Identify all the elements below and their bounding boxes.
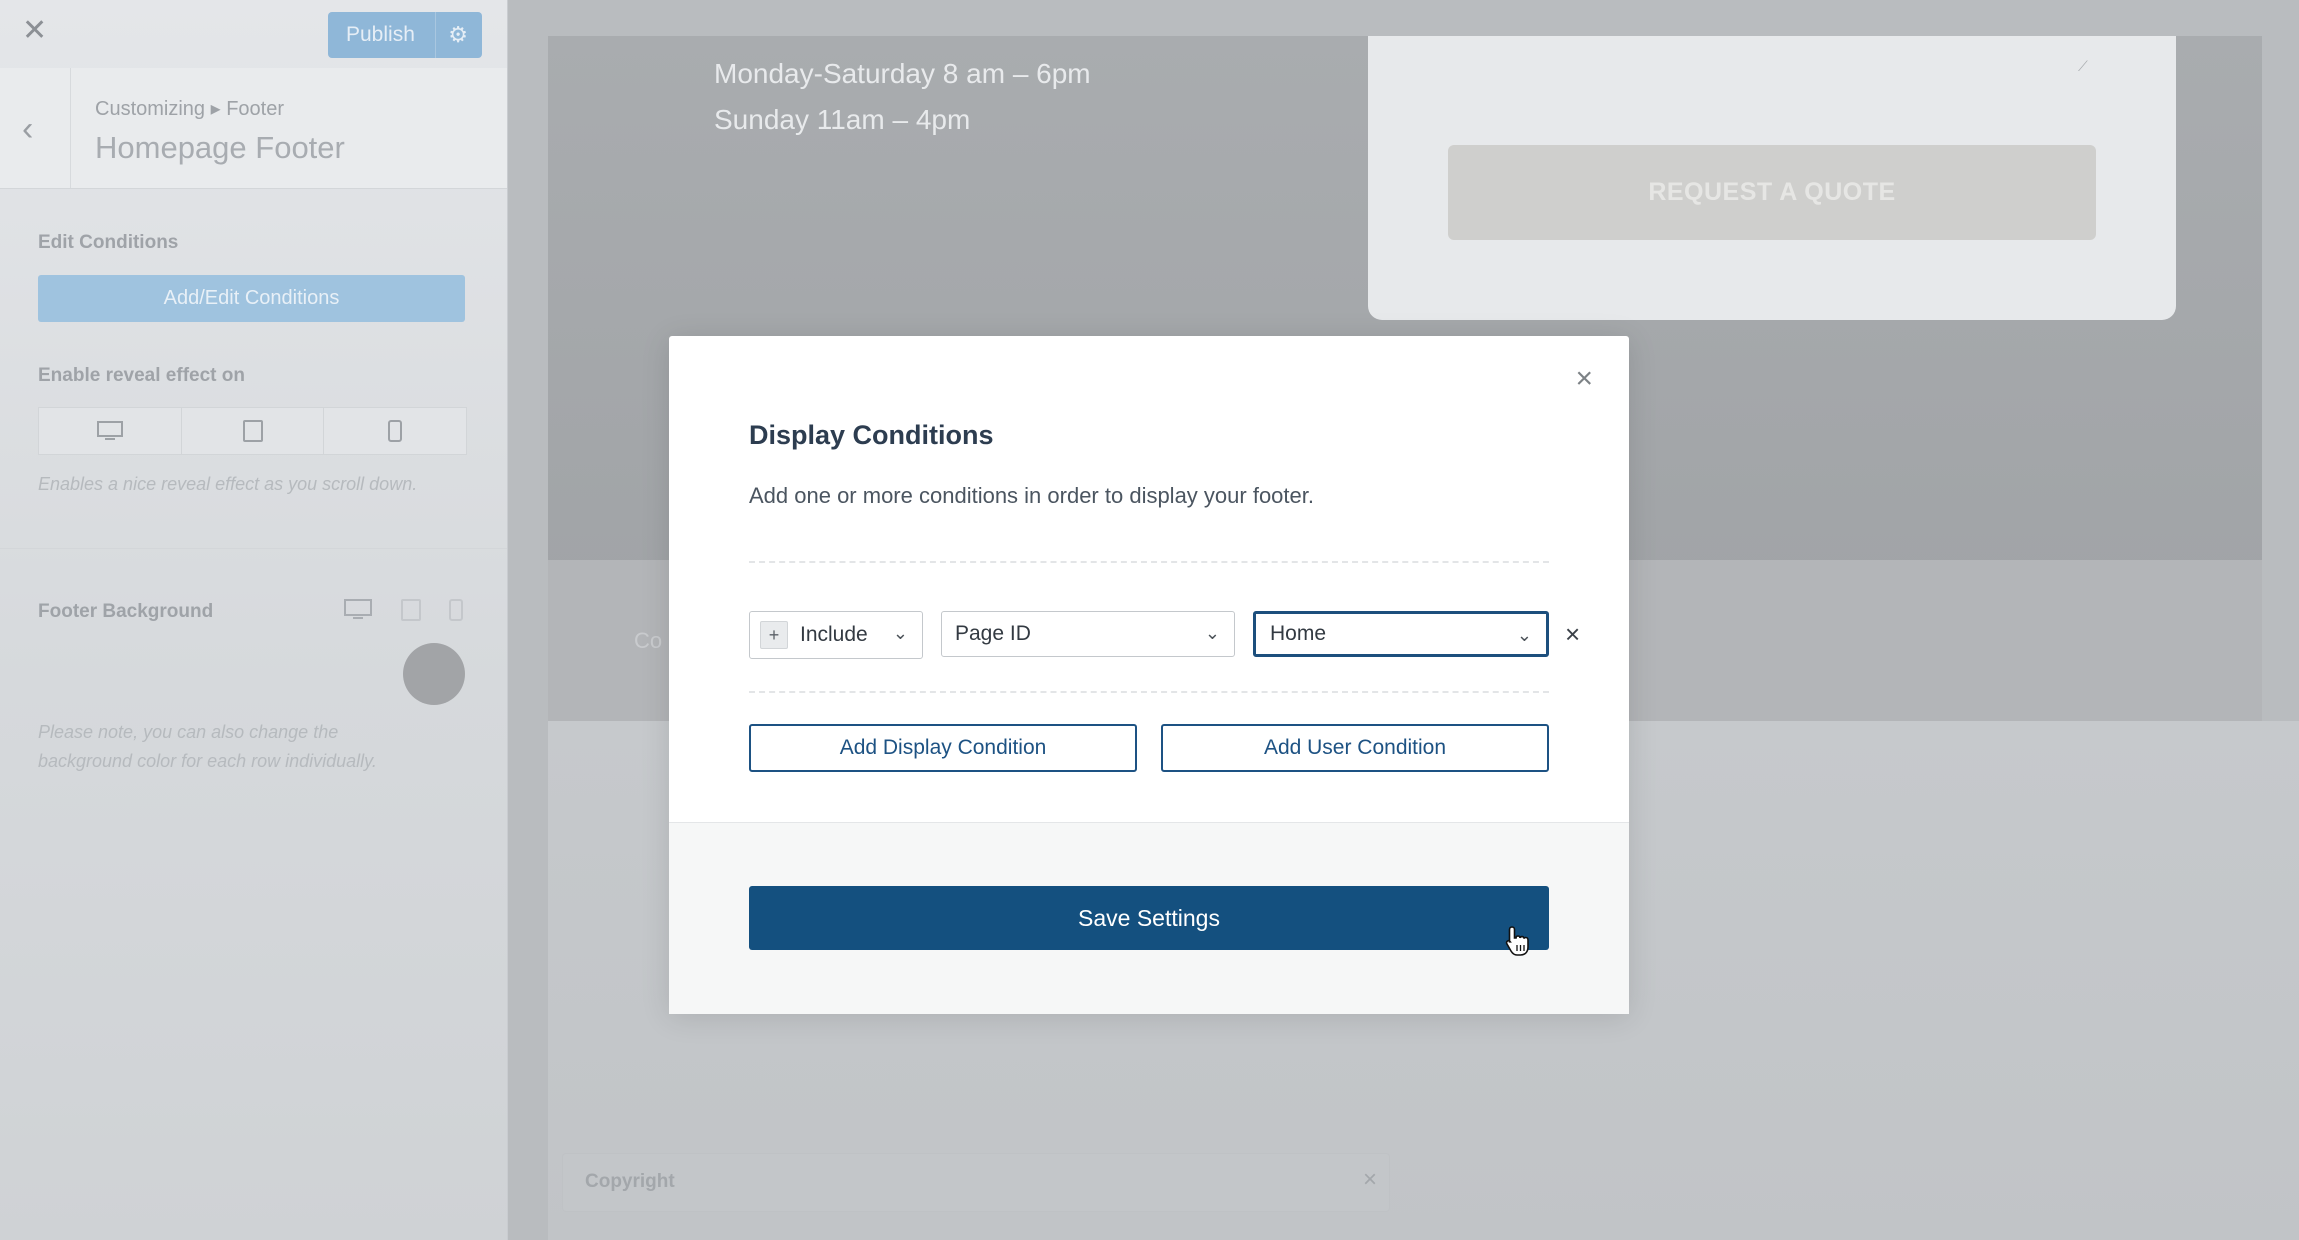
background-note-line2: background color for each row individual… bbox=[38, 751, 377, 771]
save-settings-button[interactable]: Save Settings bbox=[749, 886, 1549, 950]
hand-cursor-icon bbox=[1505, 926, 1529, 956]
remove-icon[interactable]: × bbox=[1363, 1166, 1377, 1194]
add-edit-conditions-button[interactable]: Add/Edit Conditions bbox=[38, 275, 465, 322]
remove-condition-icon[interactable]: × bbox=[1565, 619, 1580, 650]
reveal-note: Enables a nice reveal effect as you scro… bbox=[38, 474, 418, 494]
desktop-icon[interactable] bbox=[343, 598, 373, 628]
tablet-icon[interactable] bbox=[400, 598, 422, 628]
publish-label: Publish bbox=[346, 23, 415, 46]
modal-description: Add one or more conditions in order to d… bbox=[749, 483, 1314, 508]
mobile-icon[interactable] bbox=[448, 598, 464, 628]
modal-title: Display Conditions bbox=[749, 420, 994, 450]
condition-value: Home bbox=[1270, 622, 1327, 645]
chevron-down-icon: ⌄ bbox=[1516, 625, 1532, 645]
mobile-toggle[interactable] bbox=[324, 408, 466, 454]
band-text: Co bbox=[634, 628, 663, 653]
chevron-down-icon: ⌄ bbox=[1204, 623, 1220, 643]
customizer-topbar: ✕ Publish ⚙ bbox=[0, 0, 507, 68]
condition-type-select[interactable]: Page ID ⌄ bbox=[941, 611, 1235, 657]
add-display-condition-button[interactable]: Add Display Condition bbox=[749, 724, 1137, 772]
section-header: ‹ Customizing ▸ Footer Homepage Footer bbox=[0, 68, 507, 189]
reveal-device-toggle bbox=[38, 407, 467, 455]
condition-value-select[interactable]: Home ⌄ bbox=[1253, 611, 1549, 657]
section-divider bbox=[0, 548, 507, 549]
modal-footer: Save Settings bbox=[669, 822, 1629, 1014]
tablet-icon bbox=[242, 420, 263, 442]
copyright-label: Copyright bbox=[585, 1171, 675, 1192]
copyright-block[interactable]: Copyright × bbox=[562, 1153, 1390, 1212]
header-divider bbox=[70, 68, 71, 188]
dashed-divider bbox=[749, 561, 1549, 563]
gear-icon[interactable]: ⚙ bbox=[448, 22, 468, 48]
chevron-down-icon: ⌄ bbox=[892, 623, 908, 643]
plus-icon: + bbox=[760, 621, 788, 649]
textarea-resize-icon: ⟋ bbox=[2078, 58, 2088, 74]
breadcrumb: Customizing ▸ Footer bbox=[95, 98, 284, 120]
desktop-toggle[interactable] bbox=[39, 408, 182, 454]
back-chevron-icon[interactable]: ‹ bbox=[22, 112, 33, 146]
edit-conditions-label: Edit Conditions bbox=[38, 232, 179, 253]
include-value: Include bbox=[800, 623, 868, 646]
publish-divider bbox=[435, 12, 436, 58]
page-title: Homepage Footer bbox=[95, 130, 345, 165]
publish-button[interactable]: Publish ⚙ bbox=[328, 12, 482, 58]
close-icon[interactable]: ✕ bbox=[22, 16, 47, 46]
hours-sunday: Sunday 11am – 4pm bbox=[714, 104, 971, 135]
mobile-icon bbox=[388, 420, 403, 442]
include-select[interactable]: + Include ⌄ bbox=[749, 611, 923, 659]
tablet-toggle[interactable] bbox=[182, 408, 325, 454]
customizer-sidebar: ✕ Publish ⚙ ‹ Customizing ▸ Footer Homep… bbox=[0, 0, 508, 1240]
add-user-condition-button[interactable]: Add User Condition bbox=[1161, 724, 1549, 772]
background-note-line1: Please note, you can also change the bbox=[38, 722, 339, 742]
hours-weekdays: Monday-Saturday 8 am – 6pm bbox=[714, 58, 1091, 89]
reveal-effect-label: Enable reveal effect on bbox=[38, 365, 245, 386]
desktop-icon bbox=[96, 421, 123, 440]
display-conditions-modal: × Display Conditions Add one or more con… bbox=[669, 336, 1629, 1014]
request-quote-button[interactable]: REQUEST A QUOTE bbox=[1448, 145, 2096, 240]
condition-type-value: Page ID bbox=[955, 622, 1031, 645]
dashed-divider bbox=[749, 691, 1549, 693]
footer-background-label: Footer Background bbox=[38, 601, 214, 622]
color-swatch[interactable] bbox=[403, 643, 465, 705]
close-icon[interactable]: × bbox=[1575, 364, 1593, 394]
